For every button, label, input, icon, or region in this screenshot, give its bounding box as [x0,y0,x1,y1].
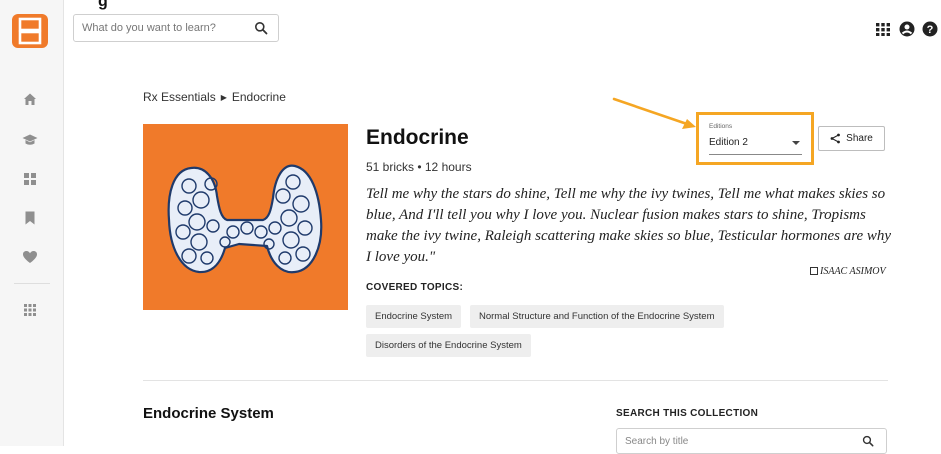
apps-grid-icon[interactable] [21,301,39,319]
dropdown-underline [709,154,802,155]
breadcrumb: Rx Essentials ▶ Endocrine [143,90,286,104]
course-cover-image [143,124,348,310]
section-divider [143,380,888,381]
topic-chip[interactable]: Disorders of the Endocrine System [366,334,531,357]
course-description-quote: Tell me why the stars do shine, Tell me … [366,186,892,265]
search-icon[interactable] [862,435,874,447]
rail-divider [14,283,50,284]
collection-search-input[interactable] [617,429,847,453]
share-icon [830,133,841,144]
collection-search-label: SEARCH THIS COLLECTION [616,408,759,419]
covered-topics-label: COVERED TOPICS: [366,282,464,293]
section-title: Endocrine System [143,405,274,422]
caret-down-icon [792,141,800,145]
topic-chip[interactable]: Endocrine System [366,305,462,328]
breadcrumb-current: Endocrine [231,90,286,104]
editions-highlight: Editions Edition 2 [696,112,814,165]
bookmark-icon[interactable] [21,209,39,227]
breadcrumb-separator-icon: ▶ [220,93,227,102]
dashboard-icon[interactable] [21,170,39,188]
quote-author-name: ISAAC ASIMOV [820,266,886,277]
annotation-arrow-icon [612,97,696,129]
topic-chip[interactable]: Normal Structure and Function of the End… [470,305,724,328]
quote-author: ISAAC ASIMOV [810,266,886,277]
graduation-cap-icon[interactable] [21,131,39,149]
thyroid-illustration-icon [167,164,323,274]
left-nav-rail [0,0,64,446]
course-page: Rx Essentials ▶ Endocrine Endocrine 51 bri… [64,0,941,454]
editions-label: Editions [709,123,733,130]
course-title: Endocrine [366,126,469,149]
logo-mark-icon [18,17,42,45]
breadcrumb-root-link[interactable]: Rx Essentials [143,90,216,104]
editions-selected-value: Edition 2 [709,137,748,148]
share-button-label: Share [846,133,873,144]
home-icon[interactable] [21,90,39,108]
course-meta: 51 bricks • 12 hours [366,160,472,174]
collection-search [616,428,887,454]
checkbox-glyph-icon [810,267,818,275]
brainscape-logo[interactable] [12,14,48,48]
heart-icon[interactable] [21,248,39,266]
editions-dropdown[interactable]: Editions Edition 2 [709,120,802,158]
share-button[interactable]: Share [818,126,885,151]
